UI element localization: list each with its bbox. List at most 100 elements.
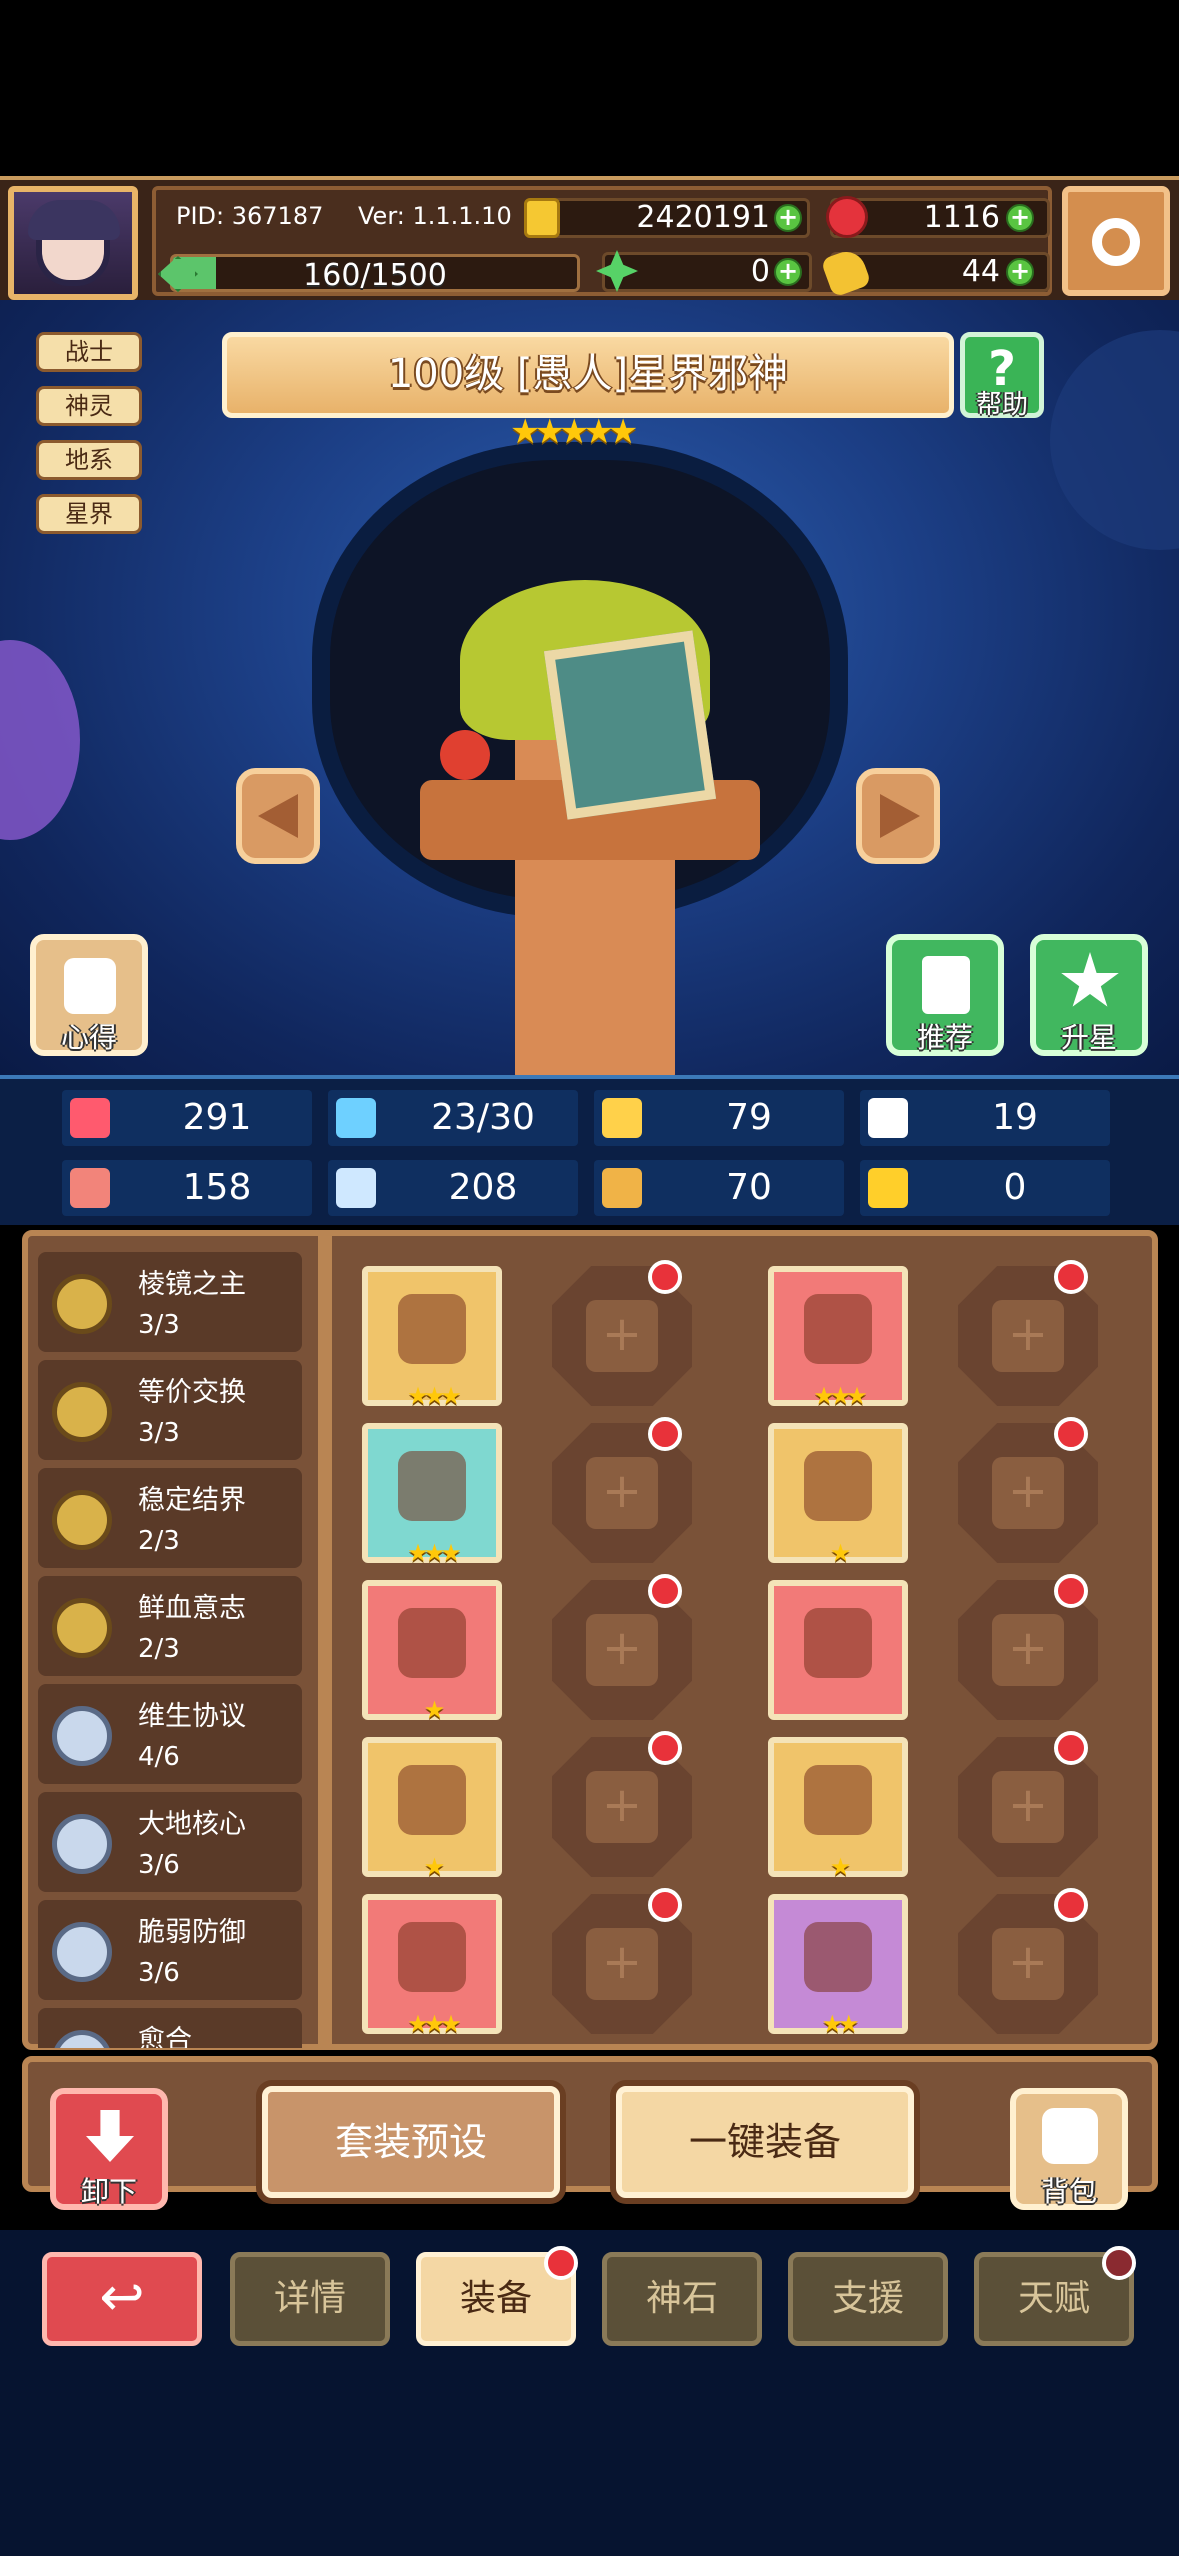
item-stars: ★ [423,1696,446,1724]
plus-icon: + [586,1457,658,1529]
player-avatar[interactable] [8,186,138,300]
stat-value: 70 [726,1167,772,1208]
slot-alert-badge [648,1417,682,1451]
unequip-button[interactable]: 卸下 [50,2088,168,2210]
set-item[interactable]: 稳定结界 2/3 [38,1468,302,1568]
equip-all-button[interactable]: 一键装备 [616,2086,914,2198]
set-count: 3/3 [138,1310,180,1340]
tag-earth[interactable]: 地系 [36,440,142,480]
boot-icon [602,1168,642,1208]
set-item[interactable]: 等价交换 3/3 [38,1360,302,1460]
pid-label: PID: 367187 [176,202,324,230]
set-preset-button[interactable]: 套装预设 [262,2086,560,2198]
boots-icon [804,1922,872,1992]
action-row [22,2056,1158,2192]
set-count: 2/3 [138,1526,180,1556]
equip-slot[interactable] [768,1580,908,1720]
pot-icon [398,1922,466,1992]
equip-slot[interactable]: ★ [362,1580,502,1724]
tab-equipment-badge [544,2246,578,2280]
hero-stars: ★★★★★ [510,412,638,452]
tab-talent-badge [1102,2246,1136,2280]
plus-icon: + [992,1300,1064,1372]
recommend-label: 推荐 [916,1021,973,1054]
add-gems-button[interactable]: + [1006,204,1034,232]
tag-deity[interactable]: 神灵 [36,386,142,426]
settings-button[interactable] [1062,186,1170,296]
bag-label: 背包 [1040,2175,1097,2208]
slot-alert-badge [1054,1888,1088,1922]
unequip-label: 卸下 [80,2175,137,2208]
back-button[interactable]: ↩ [42,2252,202,2346]
equip-slot[interactable]: ★★★ [362,1894,502,2038]
set-name: 脆弱防御 [138,1917,246,1948]
set-item[interactable]: 脆弱防御 3/6 [38,1900,302,2000]
plus-icon: + [586,1300,658,1372]
set-item[interactable]: 棱镜之主 3/3 [38,1252,302,1352]
arrow-left-icon [258,794,298,838]
set-emblem-icon [52,2030,112,2048]
plus-icon: + [586,1614,658,1686]
shell-icon [398,1451,466,1521]
stat-value: 23/30 [431,1097,535,1138]
set-item[interactable]: 大地核心 3/6 [38,1792,302,1892]
panel-divider [318,1232,332,2050]
slot-alert-badge [648,1574,682,1608]
help-button[interactable]: ? 帮助 [960,332,1044,420]
item-stars: ★ [829,1853,852,1881]
equip-slot[interactable]: ★★ [768,1894,908,2038]
equip-slot[interactable]: ★ [768,1423,908,1567]
slot-alert-badge [1054,1574,1088,1608]
backpack-icon [1042,2108,1098,2164]
recommend-button[interactable]: 推荐 [886,934,1004,1056]
equip-slot[interactable]: ★★★ [362,1423,502,1567]
stat-cell: 0 [860,1160,1110,1216]
star-up-button[interactable]: 升星 [1030,934,1148,1056]
equip-slot[interactable]: ★ [768,1737,908,1881]
tag-astral[interactable]: 星界 [36,494,142,534]
equip-slot[interactable]: ★ [362,1737,502,1881]
set-emblem-icon [52,1382,112,1442]
set-item[interactable]: 维生协议 4/6 [38,1684,302,1784]
set-name: 维生协议 [138,1701,246,1732]
item-stars: ★★★ [407,2010,462,2038]
star-icon [1061,952,1119,1007]
gem-value: 1116 [923,200,1000,235]
hero-portrait [543,630,717,820]
stat-cell: 79 [594,1090,844,1146]
heart-icon [70,1098,110,1138]
equip-slot[interactable]: ★★★ [362,1266,502,1410]
fist-icon [70,1168,110,1208]
plus-icon: + [992,1771,1064,1843]
tag-warrior[interactable]: 战士 [36,332,142,372]
set-item[interactable]: 鲜血意志 2/3 [38,1576,302,1676]
next-hero-arrow[interactable] [856,768,940,864]
clover-value: 0 [750,254,770,289]
stat-cell: 23/30 [328,1090,578,1146]
tab-support[interactable]: 支援 [788,2252,948,2346]
equip-slot[interactable]: ★★★ [768,1266,908,1410]
set-item[interactable]: 愈合 [38,2008,302,2048]
slot-alert-badge [1054,1260,1088,1294]
insight-button[interactable]: 心得 [30,934,148,1056]
stat-value: 208 [448,1167,518,1208]
bag-button[interactable]: 背包 [1010,2088,1128,2210]
set-name: 等价交换 [138,1377,246,1408]
tab-godstone[interactable]: 神石 [602,2252,762,2346]
coin-icon [524,198,560,238]
avatar-hair [28,200,120,240]
stat-cell: 70 [594,1160,844,1216]
stat-value: 79 [726,1097,772,1138]
robot-icon [64,958,116,1014]
add-clover-button[interactable]: + [774,258,802,286]
set-name: 棱镜之主 [138,1269,246,1300]
add-gold-button[interactable]: + [774,204,802,232]
version-label: Ver: 1.1.1.10 [358,202,512,230]
tab-details[interactable]: 详情 [230,2252,390,2346]
add-key-button[interactable]: + [1006,258,1034,286]
star-up-label: 升星 [1060,1021,1117,1054]
stat-value: 19 [992,1097,1038,1138]
stat-value: 0 [1003,1167,1027,1208]
prev-hero-arrow[interactable] [236,768,320,864]
set-bonus-list[interactable]: 棱镜之主 3/3 等价交换 3/3 稳定结界 2/3 鲜血意志 2/3 维生协议 4/6 大地核心 3… [38,1252,308,2048]
